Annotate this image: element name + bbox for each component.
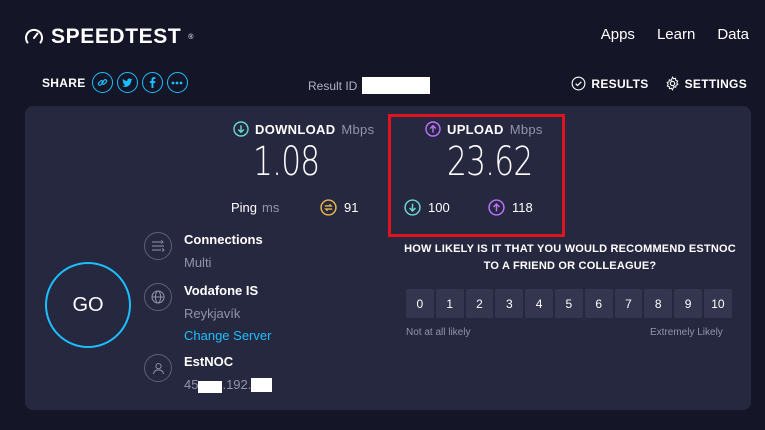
share-twitter-button[interactable] <box>116 72 138 93</box>
go-label: GO <box>72 293 104 316</box>
ping-unit: ms <box>262 200 280 215</box>
settings-button[interactable]: SETTINGS <box>665 76 747 91</box>
top-navigation: Apps Learn Data <box>601 26 749 43</box>
share-facebook-button[interactable] <box>141 72 163 93</box>
check-circle-icon <box>571 76 586 91</box>
connections-info: Connections Multi <box>144 232 263 271</box>
share-link-button[interactable] <box>91 72 113 93</box>
nps-option-7[interactable]: 7 <box>614 289 643 318</box>
nps-scale: 0 1 2 3 4 5 6 7 8 9 10 <box>406 289 732 318</box>
brand-name: SPEEDTEST <box>51 25 182 48</box>
download-arrow-icon <box>233 121 249 137</box>
more-icon <box>171 81 183 84</box>
host-ip-start: 45 <box>184 377 199 392</box>
twitter-icon <box>121 78 133 87</box>
nps-question: HOW LIKELY IS IT THAT YOU WOULD RECOMMEN… <box>404 243 736 272</box>
go-button[interactable]: GO <box>45 262 131 348</box>
isp-info: Vodafone IS Reykjavík Change Server <box>144 283 271 344</box>
change-server-link[interactable]: Change Server <box>184 328 271 344</box>
host-name: EstNOC <box>184 354 234 369</box>
download-speed-value: 1.08 <box>253 139 320 185</box>
nps-option-2[interactable]: 2 <box>465 289 494 318</box>
nps-option-3[interactable]: 3 <box>495 289 524 318</box>
isp-location: Reykjavík <box>184 306 241 321</box>
isp-name: Vodafone IS <box>184 283 259 298</box>
nav-apps[interactable]: Apps <box>601 26 635 43</box>
nps-option-8[interactable]: 8 <box>644 289 673 318</box>
connections-icon <box>144 232 172 260</box>
nps-option-5[interactable]: 5 <box>554 289 583 318</box>
ping-idle-value: 91 <box>344 200 359 215</box>
gear-icon <box>665 76 679 91</box>
connections-title: Connections <box>184 232 263 247</box>
host-ip-mid: .192. <box>222 377 252 392</box>
download-label: DOWNLOAD <box>255 121 336 137</box>
nps-option-0[interactable]: 0 <box>406 289 434 318</box>
nps-option-1[interactable]: 1 <box>435 289 464 318</box>
nav-learn[interactable]: Learn <box>657 26 695 43</box>
link-icon <box>97 79 107 86</box>
isp-text: Vodafone IS Reykjavík Change Server <box>184 283 271 344</box>
gauge-icon <box>25 28 43 44</box>
nps-high-label: Extremely Likely <box>650 327 723 338</box>
nps-option-4[interactable]: 4 <box>525 289 553 318</box>
ping-idle-icon <box>320 199 337 216</box>
host-info: EstNOC 45 .192. <box>144 354 273 393</box>
host-ip: 45 .192. <box>184 377 273 393</box>
results-button[interactable]: RESULTS <box>571 76 648 91</box>
redacted-result-id <box>362 77 431 94</box>
download-unit: Mbps <box>341 121 375 137</box>
results-settings-bar: RESULTS SETTINGS <box>571 76 747 91</box>
connections-text: Connections Multi <box>184 232 263 271</box>
user-icon <box>144 354 172 382</box>
result-id-label: Result ID <box>308 78 358 93</box>
share-more-button[interactable] <box>166 72 188 93</box>
ping-label-group: Ping ms <box>231 200 279 215</box>
redacted-ip-part <box>198 380 223 393</box>
result-id: Result ID <box>308 77 431 94</box>
settings-label: SETTINGS <box>684 76 747 91</box>
nps-option-9[interactable]: 9 <box>674 289 702 318</box>
upload-highlight-box <box>388 114 565 237</box>
ping-idle: 91 <box>320 199 358 216</box>
results-label: RESULTS <box>591 76 649 91</box>
nps-option-10[interactable]: 10 <box>703 289 732 318</box>
speedtest-logo[interactable]: SPEEDTEST ® <box>24 25 193 49</box>
nps-low-label: Not at all likely <box>406 327 471 338</box>
speedtest-page: SPEEDTEST ® Apps Learn Data SHARE Result… <box>0 0 765 430</box>
facebook-icon <box>149 77 155 88</box>
nps-option-6[interactable]: 6 <box>584 289 613 318</box>
brand-trademark: ® <box>188 33 194 41</box>
ping-label: Ping <box>231 200 258 215</box>
globe-icon <box>144 283 172 311</box>
share-label: SHARE <box>42 75 86 90</box>
connections-mode[interactable]: Multi <box>184 255 263 271</box>
nav-data[interactable]: Data <box>717 26 749 43</box>
download-header: DOWNLOAD Mbps <box>233 121 374 137</box>
share-bar: SHARE <box>42 72 188 93</box>
redacted-ip-end <box>251 378 273 392</box>
host-text: EstNOC 45 .192. <box>184 354 273 393</box>
